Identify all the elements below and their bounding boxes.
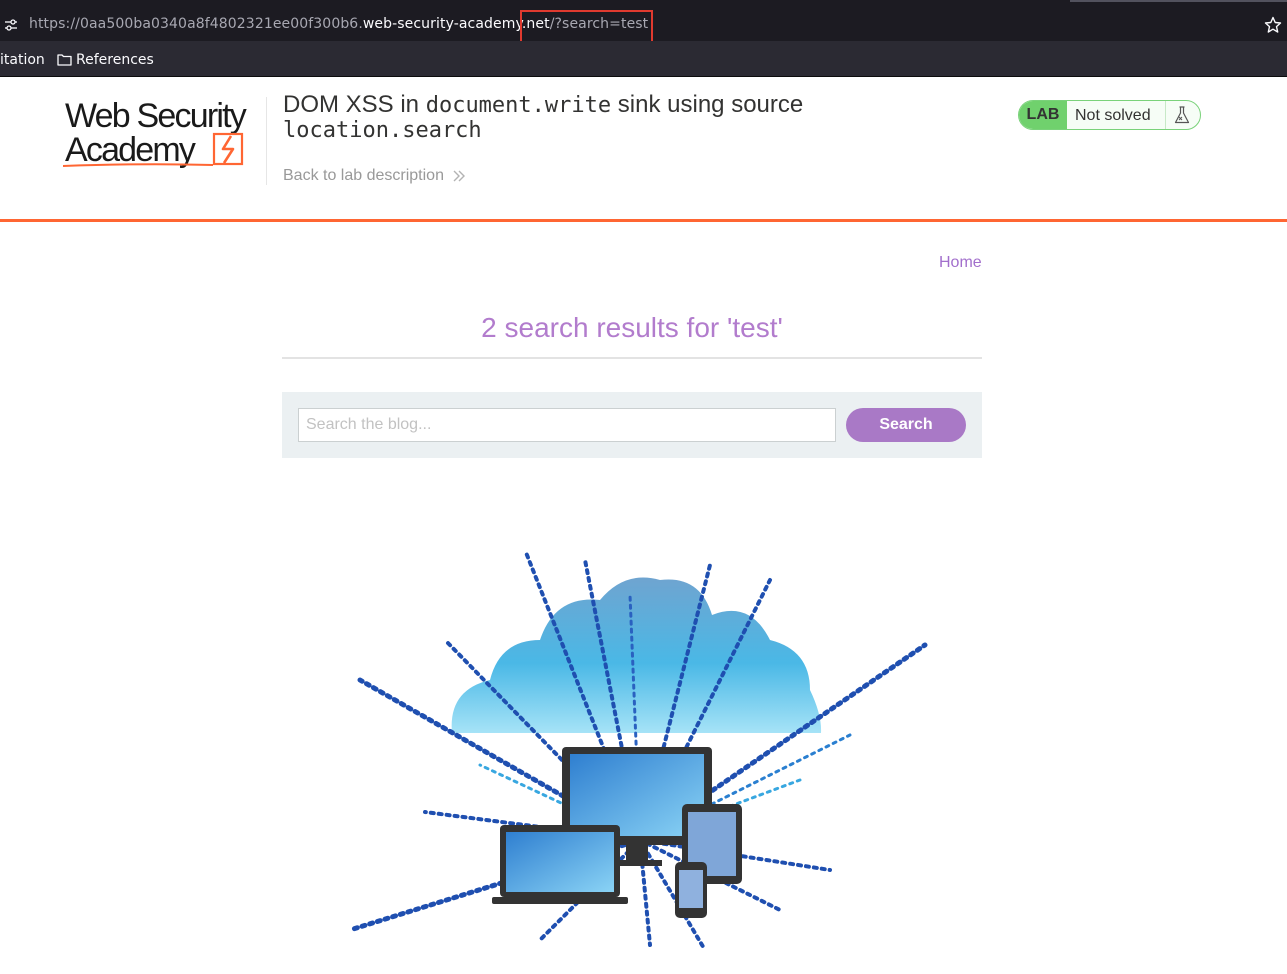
double-chevron-right-icon[interactable]: [452, 169, 466, 183]
search-results-heading: 2 search results for 'test': [481, 312, 783, 343]
status-separator: [1165, 101, 1166, 129]
home-link[interactable]: Home: [939, 254, 982, 272]
blog-post-image[interactable]: [340, 540, 940, 960]
flask-icon: [1174, 106, 1190, 124]
lab-title-code-2: location.search: [283, 118, 482, 143]
heading-divider: [282, 357, 982, 359]
bookmark-references[interactable]: References: [76, 52, 154, 68]
logo-divider: [266, 97, 267, 185]
lab-title-code-1: document.write: [425, 93, 612, 118]
search-form: Search: [282, 392, 982, 458]
back-to-lab-description-link[interactable]: Back to lab description: [283, 167, 444, 185]
lab-status-widget: LAB Not solved: [1018, 100, 1201, 130]
web-security-academy-logo[interactable]: Web Security Academy: [63, 97, 263, 169]
lab-title: DOM XSS in document.write sink using sou…: [283, 93, 803, 143]
svg-text:Academy: Academy: [65, 131, 196, 169]
lab-badge: LAB: [1019, 101, 1067, 129]
site-permissions-icon[interactable]: [3, 17, 19, 33]
search-button[interactable]: Search: [846, 408, 966, 442]
lab-status-text: Not solved: [1075, 107, 1151, 124]
bookmark-exploitation[interactable]: itation: [0, 52, 45, 68]
browser-toolbar: https://0aa500ba0340a8f4802321ee00f300b6…: [0, 0, 1287, 47]
bookmarks-bar: itation References: [0, 41, 1287, 77]
lab-title-text-2: sink using source: [611, 91, 804, 118]
search-input[interactable]: [298, 408, 836, 442]
folder-icon: [57, 54, 72, 66]
lab-title-text-1: DOM XSS in: [283, 91, 426, 118]
svg-text:Web Security: Web Security: [65, 97, 247, 135]
tab-edge: [1070, 0, 1287, 2]
bookmark-star-icon[interactable]: [1264, 16, 1282, 34]
url-prefix: https://0aa500ba0340a8f4802321ee00f300b6…: [29, 16, 363, 32]
lab-header: Web Security Academy DOM XSS in document…: [0, 77, 1287, 222]
